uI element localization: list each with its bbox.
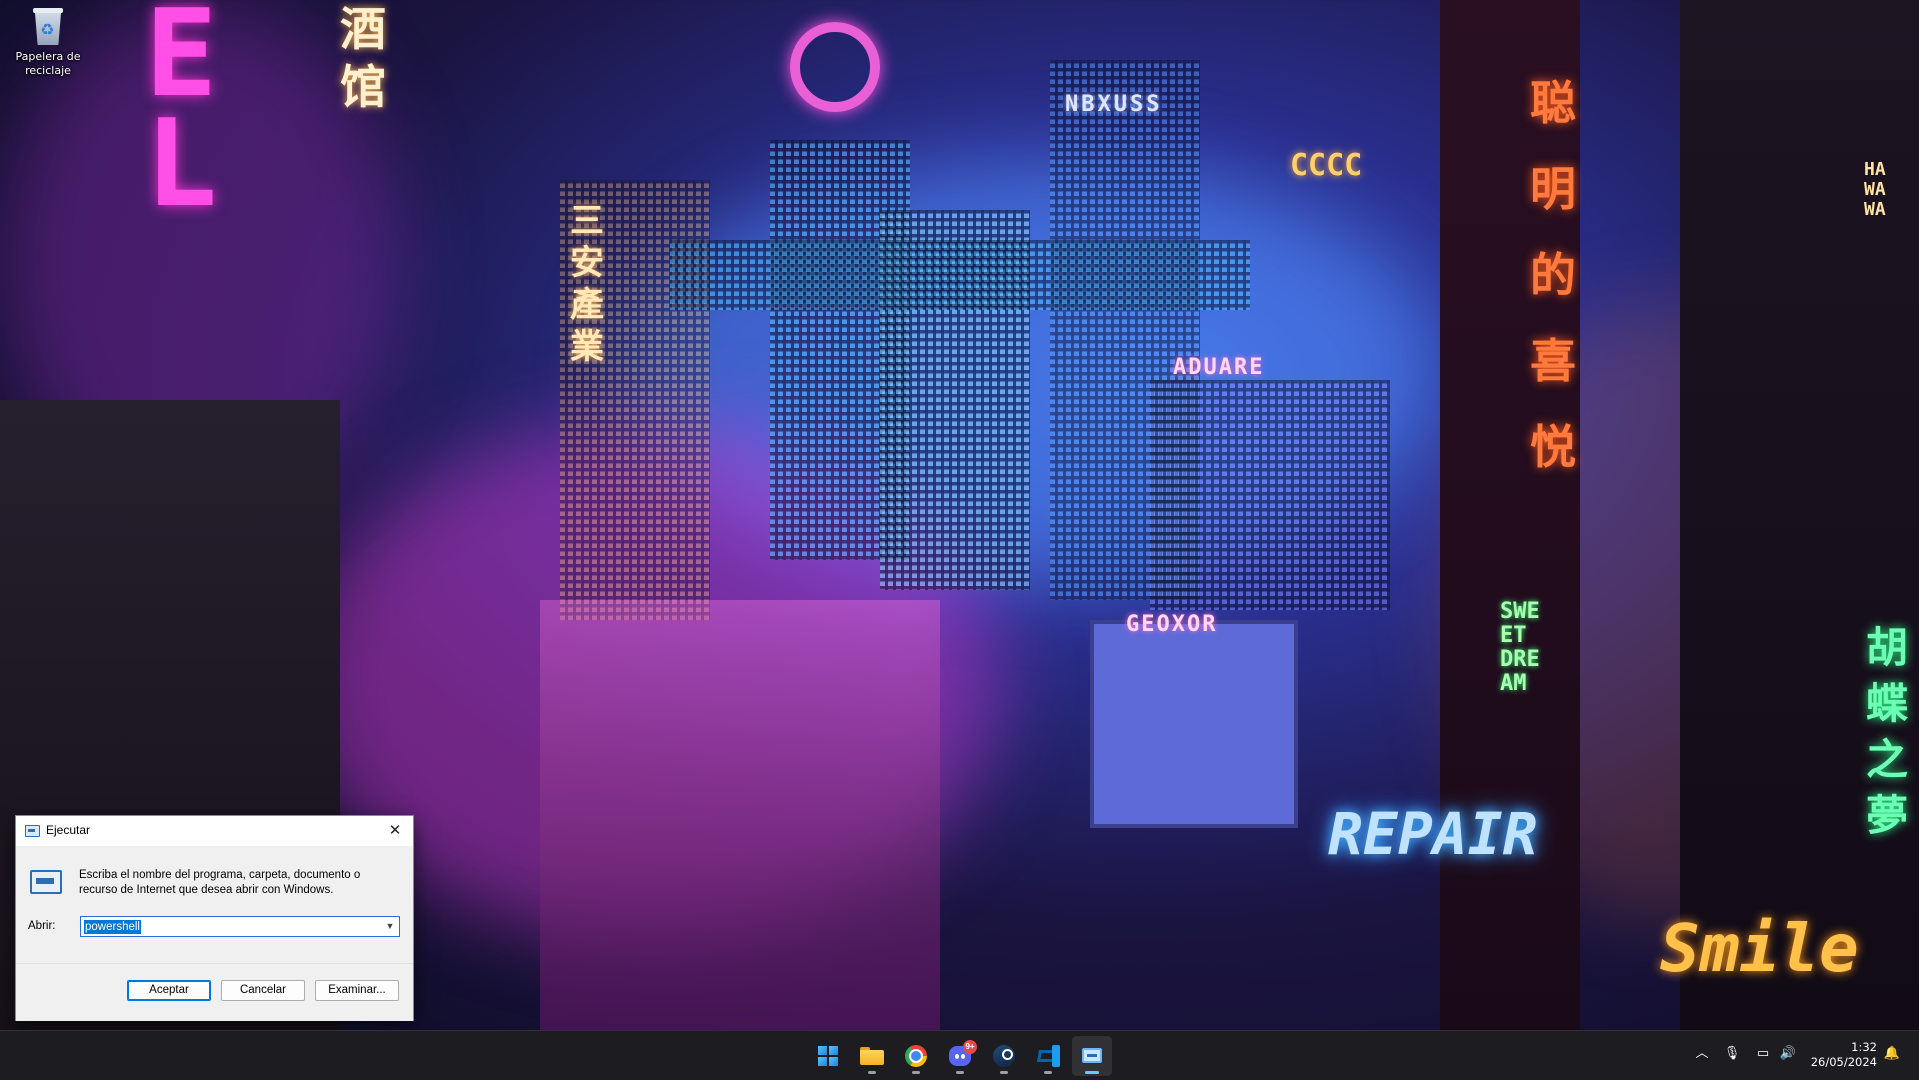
ok-button[interactable]: Aceptar bbox=[127, 980, 211, 1001]
network-button[interactable]: ▭ bbox=[1753, 1042, 1773, 1066]
open-combobox[interactable]: powershell ▼ bbox=[80, 916, 400, 937]
sign-aduare: ADUARE bbox=[1173, 355, 1265, 380]
chrome-icon bbox=[905, 1045, 927, 1067]
active-indicator bbox=[1085, 1071, 1099, 1074]
taskbar-discord[interactable]: 9+ bbox=[940, 1036, 980, 1076]
sign-logo-emblem bbox=[790, 22, 880, 112]
close-button[interactable]: ✕ bbox=[377, 816, 413, 846]
open-input[interactable]: powershell bbox=[84, 920, 141, 934]
sign-san-an: 三安產業 bbox=[570, 201, 604, 367]
sign-smile: Smile bbox=[1660, 910, 1859, 987]
run-dialog-title: Ejecutar bbox=[46, 823, 91, 837]
sign-nbxuss: NBXUSS bbox=[1065, 92, 1163, 117]
sign-el: EL bbox=[145, 0, 218, 234]
running-indicator bbox=[1000, 1071, 1008, 1074]
taskbar-steam[interactable] bbox=[984, 1036, 1024, 1076]
chevron-up-icon: ︿ bbox=[1695, 1046, 1709, 1061]
close-icon: ✕ bbox=[388, 822, 402, 839]
running-indicator bbox=[956, 1071, 964, 1074]
sign-sweet-dream: SWEET DREAM bbox=[1500, 599, 1540, 696]
recycle-bin-icon: ♻ bbox=[31, 6, 65, 46]
notifications-button[interactable]: 🔔 bbox=[1882, 1042, 1902, 1066]
clock-date: 26/05/2024 bbox=[1810, 1055, 1877, 1069]
taskbar-run[interactable] bbox=[1072, 1036, 1112, 1076]
dropdown-button[interactable]: ▼ bbox=[383, 919, 397, 934]
network-icon: ▭ bbox=[1756, 1046, 1770, 1061]
taskbar: 9+ bbox=[0, 1030, 1919, 1080]
desktop-icon-recycle-bin[interactable]: ♻ Papelera de reciclaje bbox=[10, 6, 86, 78]
sign-hudie: 胡蝶之夢 bbox=[1866, 623, 1909, 840]
file-explorer-icon bbox=[860, 1047, 884, 1065]
taskbar-vscode[interactable] bbox=[1028, 1036, 1068, 1076]
sign-congming: 聪明的喜悦 bbox=[1530, 76, 1576, 474]
taskbar-file-explorer[interactable] bbox=[852, 1036, 892, 1076]
run-icon bbox=[25, 825, 40, 837]
sign-cccc: CCCC bbox=[1290, 148, 1363, 183]
sign-repair: REPAIR bbox=[1328, 800, 1538, 868]
sign-geoxor: GEOXOR bbox=[1126, 612, 1218, 637]
sign-hawawa: HAWAWA bbox=[1864, 159, 1886, 220]
run-dialog: Ejecutar ✕ Escriba el nombre del program… bbox=[15, 815, 414, 1021]
run-dialog-titlebar[interactable]: Ejecutar ✕ bbox=[16, 816, 413, 846]
run-dialog-description: Escriba el nombre del programa, carpeta,… bbox=[79, 869, 361, 896]
open-label: Abrir: bbox=[28, 920, 56, 932]
vscode-icon bbox=[1036, 1045, 1060, 1067]
notification-badge: 9+ bbox=[963, 1040, 977, 1054]
windows-start-icon bbox=[818, 1046, 838, 1066]
desktop-icon-label: Papelera de reciclaje bbox=[15, 50, 81, 77]
show-hidden-icons-button[interactable]: ︿ bbox=[1693, 1042, 1711, 1066]
running-indicator bbox=[912, 1071, 920, 1074]
running-indicator bbox=[1044, 1071, 1052, 1074]
bell-icon: 🔔 bbox=[1883, 1046, 1901, 1061]
sign-jiuguan: 酒馆 bbox=[340, 2, 386, 114]
microphone-button[interactable]: 🎙 bbox=[1723, 1042, 1741, 1066]
run-program-icon bbox=[30, 870, 62, 894]
running-indicator bbox=[868, 1071, 876, 1074]
cancel-button[interactable]: Cancelar bbox=[221, 980, 305, 1001]
taskbar-chrome[interactable] bbox=[896, 1036, 936, 1076]
run-icon bbox=[1082, 1048, 1102, 1063]
clock-button[interactable]: 1:32 26/05/2024 bbox=[1811, 1040, 1877, 1070]
microphone-icon: 🎙 bbox=[1723, 1046, 1741, 1061]
taskbar-start-button[interactable] bbox=[808, 1036, 848, 1076]
steam-icon bbox=[993, 1045, 1015, 1067]
browse-button[interactable]: Examinar... bbox=[315, 980, 399, 1001]
chevron-down-icon: ▼ bbox=[385, 921, 395, 931]
volume-icon: 🔊 bbox=[1779, 1046, 1797, 1061]
volume-button[interactable]: 🔊 bbox=[1778, 1042, 1798, 1066]
clock-time: 1:32 bbox=[1851, 1040, 1877, 1054]
